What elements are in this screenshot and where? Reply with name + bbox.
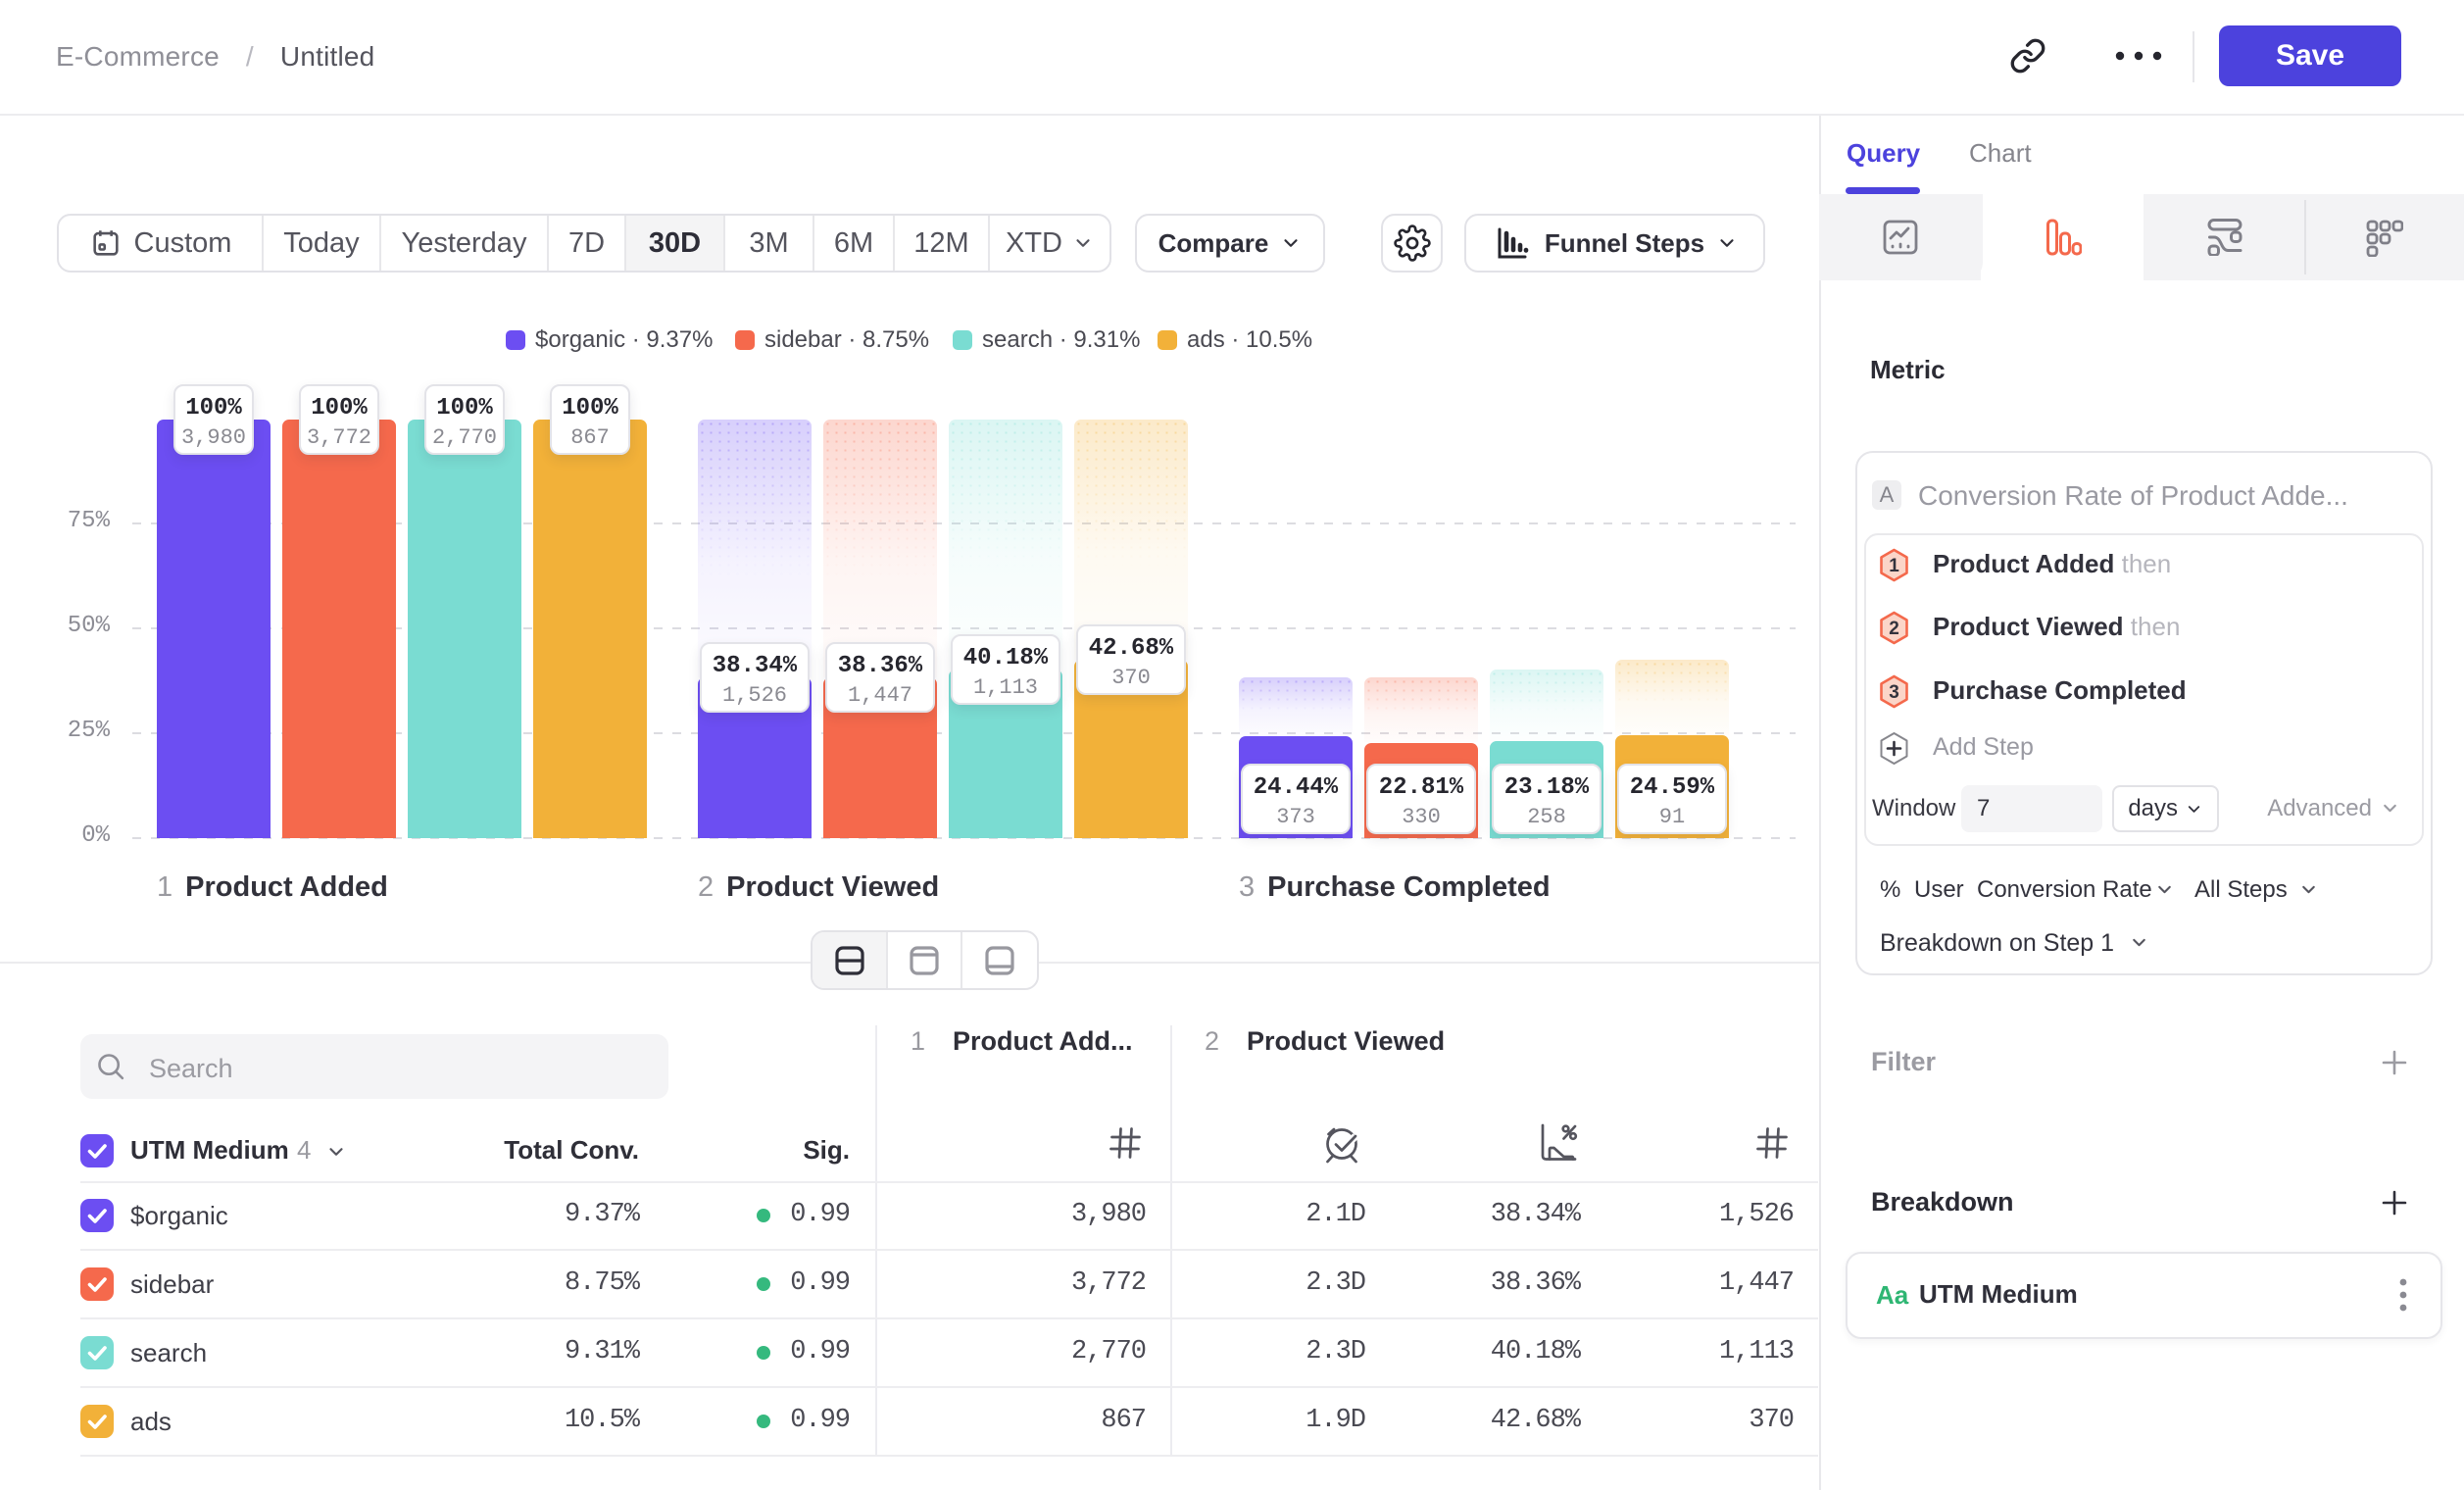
svg-text:1: 1 xyxy=(1889,556,1899,576)
svg-text:2: 2 xyxy=(1889,619,1899,639)
svg-text:3: 3 xyxy=(1889,682,1899,703)
